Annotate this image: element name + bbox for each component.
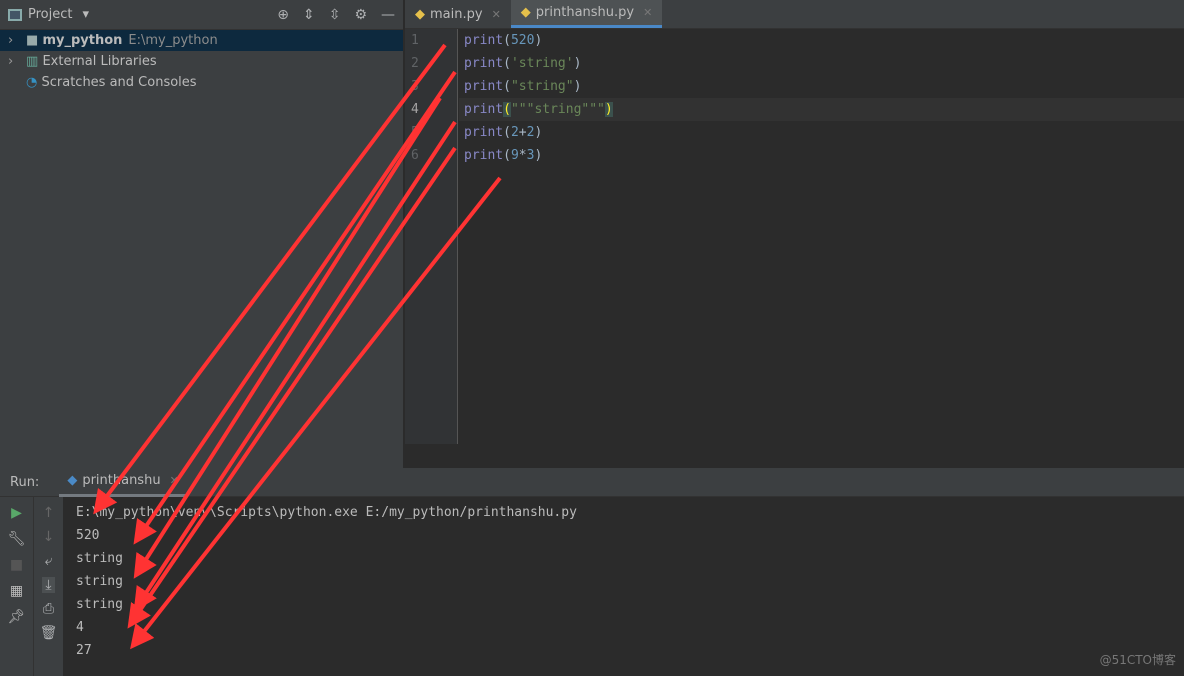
console-output[interactable]: E:\my_python\venv\Scripts\python.exe E:/… — [63, 497, 1184, 676]
python-file-icon: ◆ — [415, 6, 425, 22]
code-line: print('string') — [464, 56, 582, 71]
expand-all-icon[interactable]: ⇕ — [303, 7, 315, 23]
wrench-icon[interactable]: 🔧︎ — [8, 531, 26, 547]
tab-main-py[interactable]: ◆ main.py ✕ — [405, 0, 511, 28]
tree-label: External Libraries — [42, 54, 157, 69]
output-line: 4 — [76, 620, 84, 635]
editor: ◆ main.py ✕ ◆ printhanshu.py ✕ 1 2 3 4 5 6 p… — [405, 0, 1184, 444]
scroll-to-end-icon[interactable]: ⤓ — [42, 577, 55, 593]
run-toolbar: ▶ 🔧︎ ■ ▦ 📌︎ — [0, 497, 33, 676]
layout-icon[interactable]: ▦ — [10, 583, 23, 599]
trash-icon[interactable]: 🗑︎ — [40, 625, 58, 641]
chevron-right-icon[interactable]: › — [8, 33, 26, 48]
tree-label: my_python — [42, 33, 123, 48]
scratches-icon: ◔ — [26, 75, 38, 90]
line-number: 6 — [411, 148, 419, 163]
stop-icon[interactable]: ■ — [10, 557, 23, 573]
chevron-down-icon[interactable]: ▾ — [82, 7, 89, 22]
code-line: print(2+2) — [464, 125, 543, 140]
print-icon[interactable]: ⎙ — [43, 601, 54, 617]
project-view-icon — [8, 8, 22, 21]
code-area[interactable]: print(520) print('string') print("string… — [459, 29, 1184, 167]
close-icon[interactable]: ✕ — [643, 6, 652, 19]
chevron-right-icon[interactable]: › — [8, 54, 26, 69]
line-gutter: 1 2 3 4 5 6 — [405, 29, 458, 444]
console-toolbar: ↑ ↓ ⤶ ⤓ ⎙ 🗑︎ — [33, 497, 63, 676]
run-tab-printhanshu[interactable]: ◆ printhanshu ✕ — [59, 468, 187, 497]
code-line: print(9*3) — [464, 148, 543, 163]
collapse-all-icon[interactable]: ⇳ — [329, 7, 341, 23]
tab-label: main.py — [430, 6, 483, 22]
run-label: Run: — [10, 474, 40, 490]
run-icon[interactable]: ▶ — [11, 505, 22, 521]
arrow-down-icon[interactable]: ↓ — [43, 529, 55, 545]
line-number: 1 — [411, 33, 419, 48]
tree-item-external-libraries[interactable]: › ▥ External Libraries — [0, 51, 403, 72]
tree-item-my-python[interactable]: › ■ my_python E:\my_python — [0, 30, 403, 51]
code-line: print("""string""") — [459, 98, 1184, 121]
output-line: string — [76, 597, 123, 612]
python-icon: ◆ — [67, 473, 78, 488]
run-header: Run: ◆ printhanshu ✕ — [0, 468, 1184, 497]
locate-icon[interactable]: ⊕ — [277, 7, 289, 23]
tab-label: printhanshu.py — [535, 5, 635, 20]
line-number: 4 — [411, 102, 419, 117]
tree-item-scratches[interactable]: ◔ Scratches and Consoles — [0, 72, 403, 93]
minimize-icon[interactable]: — — [381, 7, 395, 23]
output-line: E:\my_python\venv\Scripts\python.exe E:/… — [76, 505, 577, 520]
code-line: print("string") — [464, 79, 582, 94]
code-line: print(520) — [464, 33, 543, 48]
arrow-up-icon[interactable]: ↑ — [43, 505, 55, 521]
watermark: @51CTO博客 — [1099, 653, 1176, 667]
tree-path: E:\my_python — [128, 33, 218, 48]
project-title[interactable]: Project — [28, 7, 72, 22]
line-number: 3 — [411, 79, 419, 94]
tab-printhanshu-py[interactable]: ◆ printhanshu.py ✕ — [510, 0, 663, 28]
python-file-icon: ◆ — [520, 5, 531, 20]
library-icon: ▥ — [26, 54, 39, 69]
output-line: 520 — [76, 528, 100, 543]
gear-icon[interactable]: ⚙ — [354, 7, 367, 23]
output-line: 27 — [76, 643, 92, 658]
soft-wrap-icon[interactable]: ⤶ — [45, 553, 53, 569]
pin-icon[interactable]: 📌︎ — [8, 609, 26, 625]
tree-label: Scratches and Consoles — [41, 75, 197, 90]
close-icon[interactable]: ✕ — [492, 8, 501, 21]
run-tab-label: printhanshu — [82, 473, 161, 488]
project-header: Project ▾ ⊕ ⇕ ⇳ ⚙ — — [0, 0, 403, 30]
output-line: string — [76, 551, 123, 566]
line-number: 2 — [411, 56, 419, 71]
output-line: string — [76, 574, 123, 589]
project-panel: Project ▾ ⊕ ⇕ ⇳ ⚙ — › ■ my_python E:\my_py… — [0, 0, 404, 468]
folder-icon: ■ — [26, 33, 39, 48]
line-number: 5 — [411, 125, 419, 140]
close-icon[interactable]: ✕ — [170, 474, 179, 487]
